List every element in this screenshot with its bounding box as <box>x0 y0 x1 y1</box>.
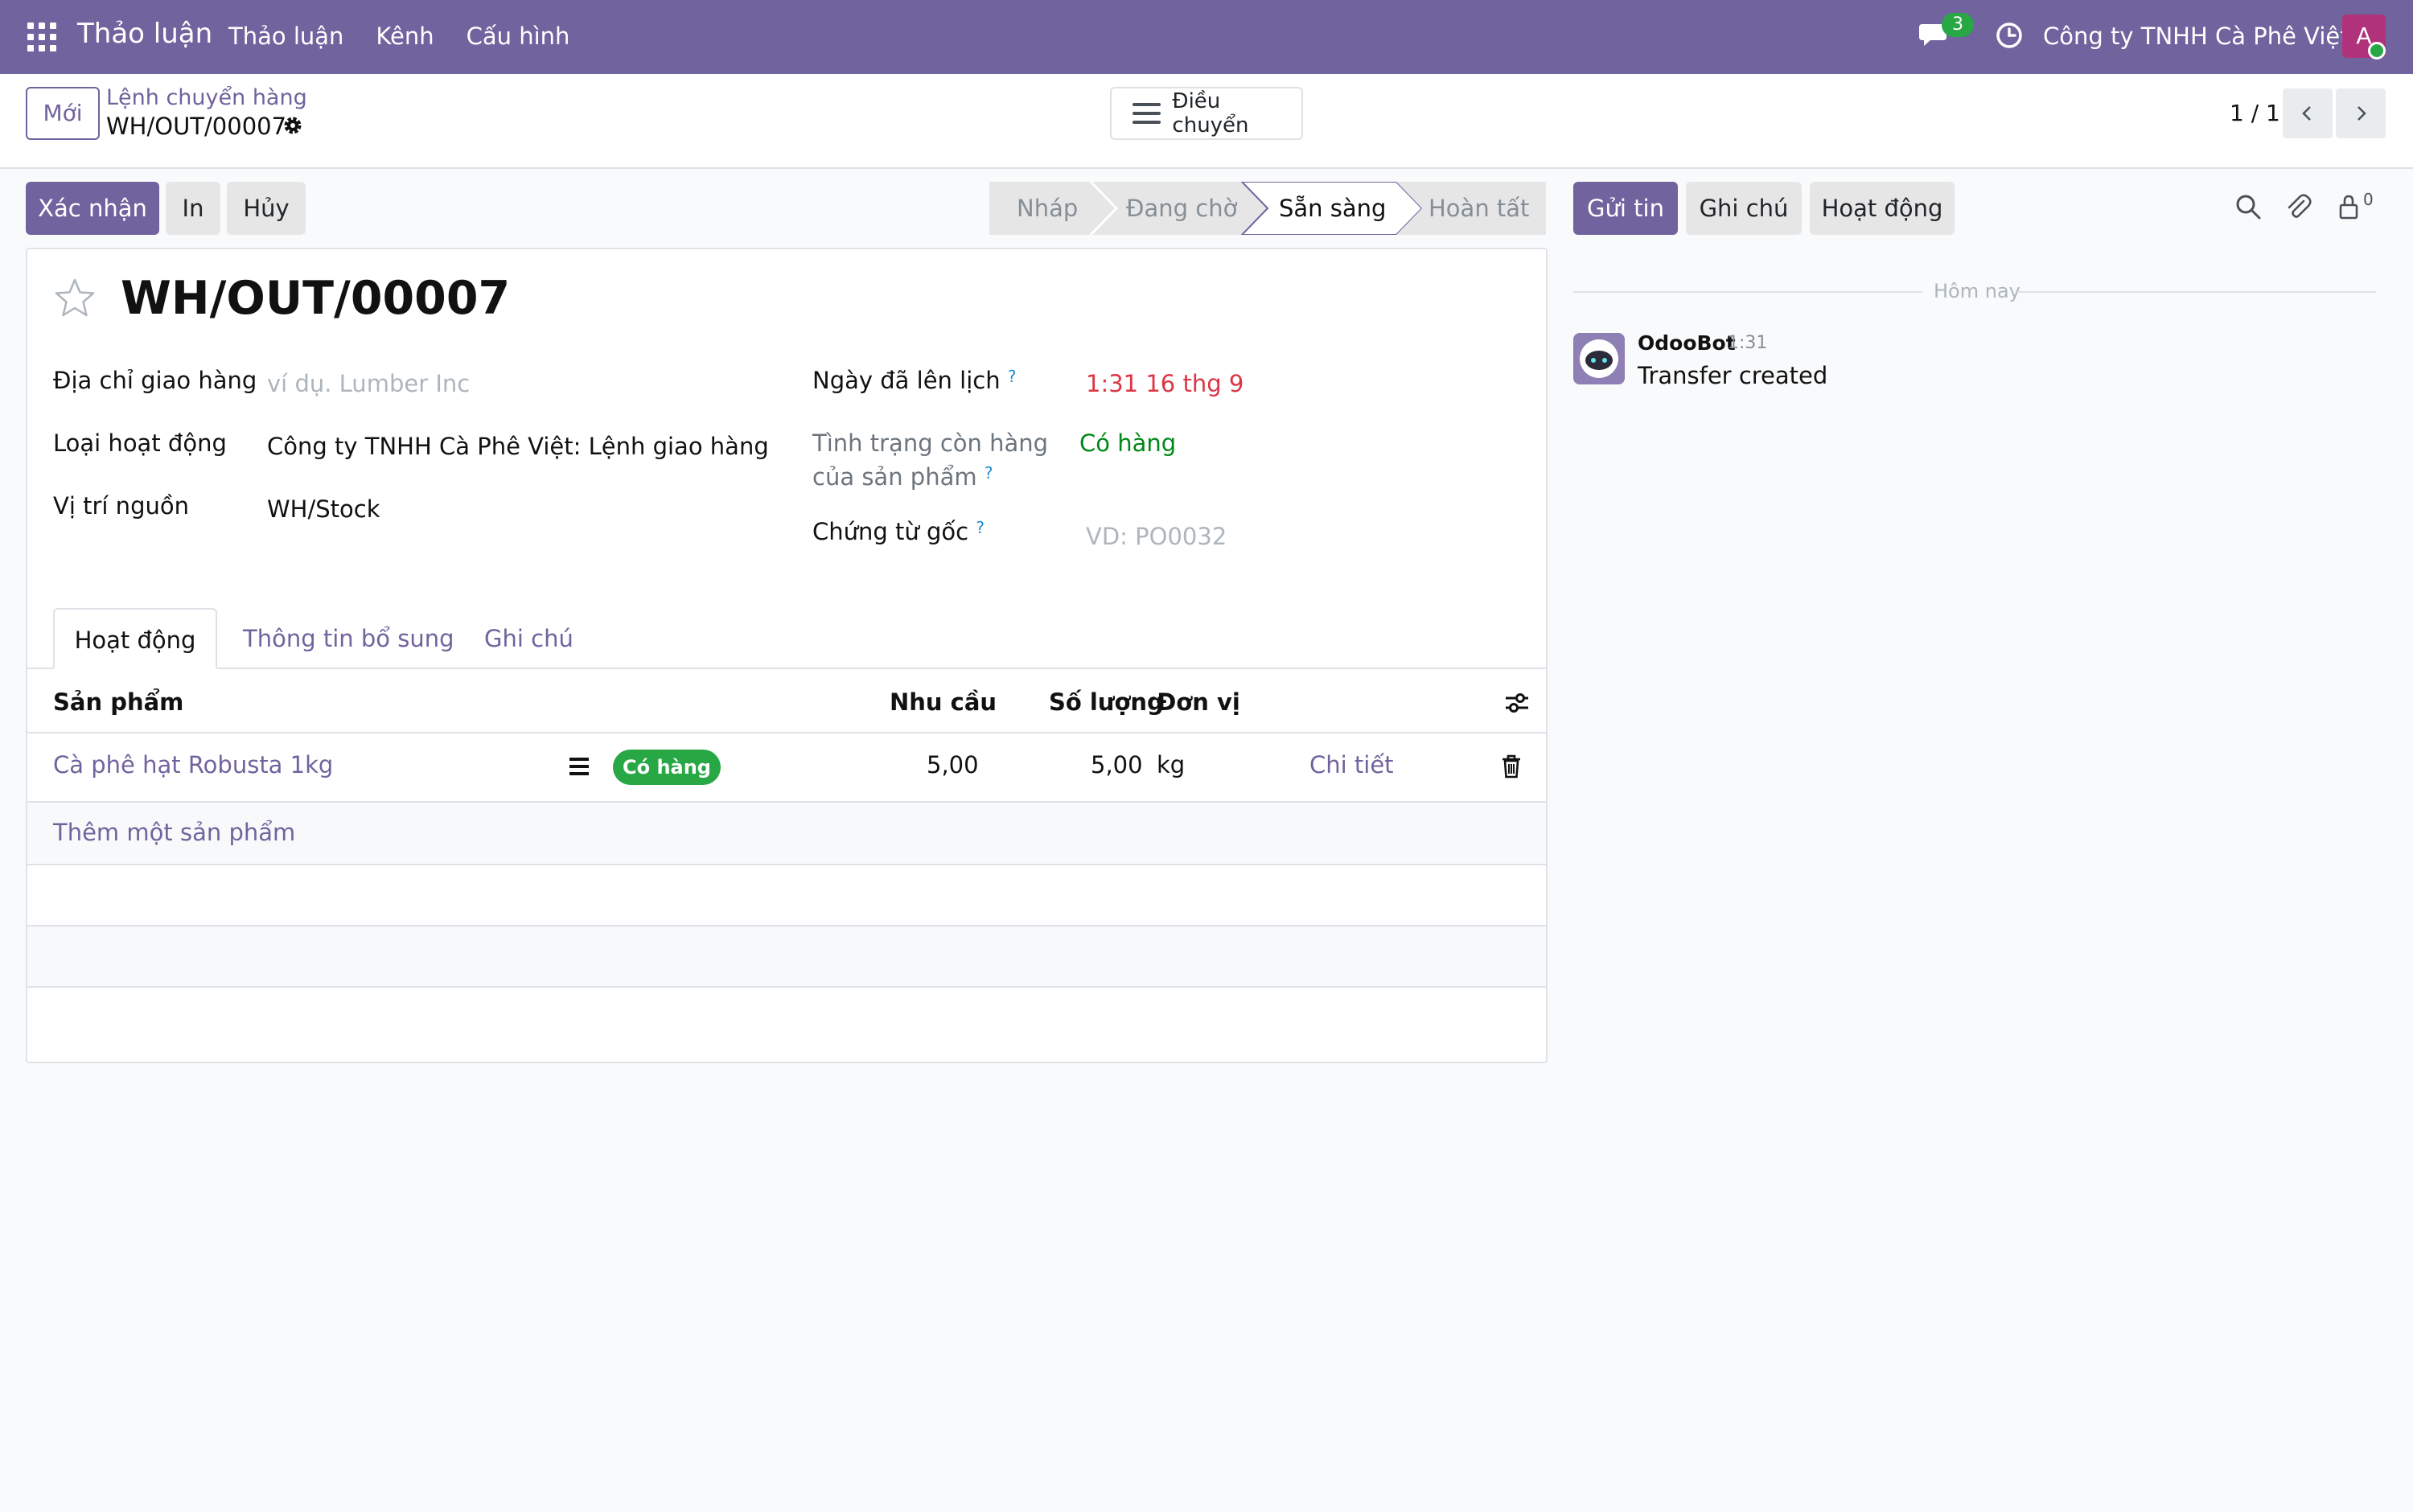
source-location-field[interactable]: WH/Stock <box>267 495 380 523</box>
company-switcher[interactable]: Công ty TNHH Cà Phê Việt <box>2043 23 2349 50</box>
scheduled-date-field[interactable]: 1:31 16 thg 9 <box>1086 370 1243 397</box>
message-time: 1:31 <box>1728 333 1768 353</box>
print-button[interactable]: In <box>166 182 220 235</box>
tab-additional-info[interactable]: Thông tin bổ sung <box>243 608 454 669</box>
message-author[interactable]: OdooBot <box>1638 331 1736 355</box>
record-title: WH/OUT/00007 <box>121 272 511 325</box>
availability-badge: Có hàng <box>613 750 721 785</box>
control-panel: Mới Lệnh chuyển hàng WH/OUT/00007 Điều c… <box>0 74 2413 169</box>
availability-label-text: của sản phẩm <box>812 463 977 491</box>
column-header-demand[interactable]: Nhu cầu <box>890 688 997 716</box>
list-detail-icon[interactable] <box>569 758 589 775</box>
product-name[interactable]: Cà phê hạt Robusta 1kg <box>53 751 333 779</box>
source-location-label: Vị trí nguồn <box>53 492 189 520</box>
table-header-divider <box>27 732 1546 733</box>
add-product-link[interactable]: Thêm một sản phẩm <box>53 819 295 846</box>
apps-menu-icon[interactable] <box>27 23 56 51</box>
activity-clock-icon[interactable] <box>1995 21 2024 50</box>
main-menu: Thảo luận Kênh Cấu hình <box>228 23 569 50</box>
messages-count-badge: 3 <box>1942 13 1974 37</box>
followers-lock-icon[interactable] <box>2337 193 2362 220</box>
scheduled-date-label: Ngày đã lên lịch ? <box>812 367 1016 394</box>
availability-label-line1: Tình trạng còn hàng <box>812 429 1049 457</box>
message-body: Transfer created <box>1638 362 1828 389</box>
source-document-label-text: Chứng từ gốc <box>812 518 969 545</box>
log-note-button[interactable]: Ghi chú <box>1686 182 1802 235</box>
availability-value: Có hàng <box>1079 429 1177 457</box>
stage-waiting[interactable]: Đang chờ <box>1126 182 1237 235</box>
tab-operations[interactable]: Hoạt động <box>53 608 217 669</box>
delivery-address-input[interactable]: ví dụ. Lumber Inc <box>267 370 470 397</box>
help-tooltip-icon[interactable]: ? <box>976 518 985 537</box>
date-divider-label: Hôm nay <box>1934 280 2020 302</box>
hamburger-icon <box>1133 103 1161 124</box>
trash-icon[interactable] <box>1501 754 1522 779</box>
scheduled-date-label-text: Ngày đã lên lịch <box>812 367 1001 394</box>
online-status-dot <box>2368 42 2386 60</box>
delivery-address-label: Địa chỉ giao hàng <box>53 367 257 394</box>
source-document-input[interactable]: VD: PO0032 <box>1086 523 1227 550</box>
new-button[interactable]: Mới <box>26 87 100 140</box>
date-divider-right <box>2017 291 2376 293</box>
confirm-button[interactable]: Xác nhận <box>26 182 159 235</box>
search-icon[interactable] <box>2234 193 2262 220</box>
status-bar: Nháp Đang chờ Sẵn sàng Hoàn tất <box>989 182 1546 235</box>
details-link[interactable]: Chi tiết <box>1309 751 1394 779</box>
column-settings-icon[interactable] <box>1504 690 1530 716</box>
menu-item-discuss[interactable]: Thảo luận <box>228 23 343 50</box>
chevron-left-icon <box>2302 106 2311 121</box>
availability-label-line2: của sản phẩm ? <box>812 463 993 491</box>
breadcrumb-parent-link[interactable]: Lệnh chuyển hàng <box>106 85 307 110</box>
favorite-star-icon[interactable] <box>53 277 97 320</box>
stage-draft[interactable]: Nháp <box>1017 182 1078 235</box>
operation-type-field[interactable]: Công ty TNHH Cà Phê Việt: Lệnh giao hàng <box>267 433 769 460</box>
breadcrumb-current: WH/OUT/00007 <box>106 113 287 140</box>
top-navbar: Thảo luận Thảo luận Kênh Cấu hình 3 Công… <box>0 0 2413 74</box>
app-brand[interactable]: Thảo luận <box>77 18 212 50</box>
odoobot-avatar[interactable] <box>1573 333 1625 384</box>
source-document-label: Chứng từ gốc ? <box>812 518 985 545</box>
tab-divider <box>27 668 1546 669</box>
pager-previous-button[interactable] <box>2283 88 2333 138</box>
transfer-menu-label: Điều chuyển <box>1172 89 1249 138</box>
column-header-product[interactable]: Sản phẩm <box>53 688 183 716</box>
column-header-quantity[interactable]: Số lượng <box>1049 688 1164 716</box>
gear-icon[interactable] <box>282 114 304 137</box>
empty-table-row <box>27 927 1546 986</box>
table-row-divider <box>27 986 1546 988</box>
uom-value[interactable]: kg <box>1157 751 1185 779</box>
help-tooltip-icon[interactable]: ? <box>985 463 993 483</box>
chevron-right-icon <box>2358 106 2366 121</box>
demand-value[interactable]: 5,00 <box>927 751 979 779</box>
operation-type-label: Loại hoạt động <box>53 429 227 457</box>
menu-item-configuration[interactable]: Cấu hình <box>467 23 570 50</box>
activity-button[interactable]: Hoạt động <box>1810 182 1955 235</box>
stage-ready[interactable]: Sẵn sàng <box>1279 182 1386 235</box>
help-tooltip-icon[interactable]: ? <box>1008 367 1017 386</box>
table-row-divider <box>27 864 1546 865</box>
menu-item-channels[interactable]: Kênh <box>376 23 434 50</box>
quantity-value[interactable]: 5,00 <box>1091 751 1143 779</box>
stage-done[interactable]: Hoàn tất <box>1428 182 1529 235</box>
transfer-menu-button[interactable]: Điều chuyển <box>1110 87 1303 140</box>
date-divider-left <box>1573 291 1922 293</box>
paperclip-icon[interactable] <box>2284 193 2312 220</box>
column-header-uom[interactable]: Đơn vị <box>1157 688 1240 716</box>
tab-note[interactable]: Ghi chú <box>484 608 573 669</box>
pager-next-button[interactable] <box>2336 88 2386 138</box>
follower-count: 0 <box>2363 190 2374 209</box>
pager-value[interactable]: 1 / 1 <box>2230 100 2280 126</box>
send-message-button[interactable]: Gửi tin <box>1573 182 1678 235</box>
cancel-button[interactable]: Hủy <box>227 182 306 235</box>
